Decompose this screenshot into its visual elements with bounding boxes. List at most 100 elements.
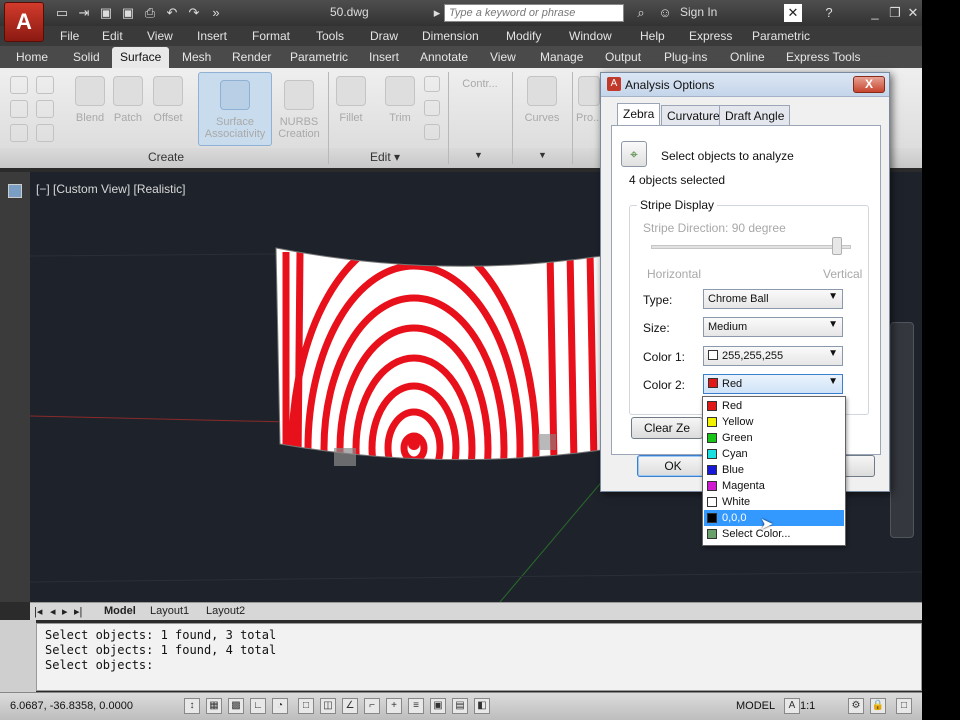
color2-select[interactable]: Red ▼ — [703, 374, 843, 394]
undo-icon[interactable]: ↶ — [164, 5, 180, 21]
network-icon[interactable] — [36, 76, 54, 94]
menu-modify[interactable]: Modify — [506, 29, 541, 43]
nurbs-creation-button[interactable]: NURBS Creation — [274, 80, 324, 140]
color-option-white[interactable]: White — [704, 494, 844, 510]
application-menu-button[interactable]: A — [4, 2, 44, 42]
close-window-icon[interactable]: ✕ — [904, 4, 922, 22]
color-option-black[interactable]: 0,0,0 — [704, 510, 844, 526]
color-option-green[interactable]: Green — [704, 430, 844, 446]
trim-button[interactable]: Trim — [382, 76, 418, 124]
stripe-direction-slider[interactable] — [651, 245, 851, 249]
command-line[interactable]: Select objects: 1 found, 3 total Select … — [36, 623, 922, 691]
annotation-scale-icon[interactable]: A — [784, 698, 800, 714]
tab-annotate[interactable]: Annotate — [420, 50, 468, 64]
saveas-icon[interactable]: ▣ — [120, 5, 136, 21]
color-option-yellow[interactable]: Yellow — [704, 414, 844, 430]
chevron-down-icon[interactable]: ▼ — [538, 150, 547, 160]
panel-edit-label[interactable]: Edit ▾ — [370, 150, 400, 164]
tab-online[interactable]: Online — [730, 50, 765, 64]
file-tab-icon[interactable] — [8, 184, 22, 198]
grid-display-icon[interactable]: ▩ — [228, 698, 244, 714]
3d-osnap-icon[interactable]: ◫ — [320, 698, 336, 714]
object-snap-icon[interactable]: □ — [298, 698, 314, 714]
sign-in-link[interactable]: Sign In — [680, 5, 717, 19]
color-option-cyan[interactable]: Cyan — [704, 446, 844, 462]
sculpt-icon[interactable] — [424, 100, 440, 116]
close-button[interactable]: X — [853, 76, 885, 93]
patch-button[interactable]: Patch — [110, 76, 146, 124]
menu-draw[interactable]: Draw — [370, 29, 398, 43]
size-select[interactable]: Medium ▼ — [703, 317, 843, 337]
tab-zebra[interactable]: Zebra — [617, 103, 661, 126]
menu-view[interactable]: View — [147, 29, 173, 43]
clear-zebra-button[interactable]: Clear Ze — [631, 417, 703, 439]
extrude-icon[interactable] — [10, 124, 28, 142]
tab-model[interactable]: Model — [104, 605, 136, 617]
tab-output[interactable]: Output — [605, 50, 641, 64]
grip-marker[interactable] — [538, 434, 556, 450]
tab-home[interactable]: Home — [16, 50, 48, 64]
control-vertices-button[interactable]: Contr... — [452, 78, 508, 90]
next-tab-icon[interactable]: ▸ — [62, 605, 68, 618]
planar-icon[interactable] — [10, 76, 28, 94]
workspace-icon[interactable]: ⚙ — [848, 698, 864, 714]
user-icon[interactable]: ☺ — [656, 4, 674, 22]
save-icon[interactable]: ▣ — [98, 5, 114, 21]
chevron-down-icon[interactable]: ▼ — [474, 150, 483, 160]
color-option-select-color[interactable]: Select Color... — [704, 526, 844, 542]
tab-render[interactable]: Render — [232, 50, 271, 64]
lock-icon[interactable]: 🔒 — [870, 698, 886, 714]
curves-button[interactable]: Curves — [520, 76, 564, 124]
tab-layout1[interactable]: Layout1 — [150, 605, 189, 617]
menu-dimension[interactable]: Dimension — [422, 29, 479, 43]
coordinates-readout[interactable]: 6.0687, -36.8358, 0.0000 — [10, 700, 133, 712]
select-objects-button[interactable]: ⌖ — [621, 141, 647, 167]
annotation-scale[interactable]: 1:1 — [800, 700, 815, 712]
tab-express-tools[interactable]: Express Tools — [786, 50, 860, 64]
tab-layout2[interactable]: Layout2 — [206, 605, 245, 617]
tab-manage[interactable]: Manage — [540, 50, 583, 64]
restore-icon[interactable]: ❐ — [886, 4, 904, 22]
menu-parametric[interactable]: Parametric — [752, 29, 810, 43]
tab-plugins[interactable]: Plug-ins — [664, 50, 707, 64]
menu-express[interactable]: Express — [689, 29, 732, 43]
ortho-mode-icon[interactable]: ∟ — [250, 698, 266, 714]
tab-mesh[interactable]: Mesh — [182, 50, 211, 64]
more-icon[interactable]: » — [208, 5, 224, 21]
color1-select[interactable]: 255,255,255 ▼ — [703, 346, 843, 366]
loft-icon[interactable] — [10, 100, 28, 118]
navigation-bar[interactable] — [890, 322, 914, 538]
blend-button[interactable]: Blend — [72, 76, 108, 124]
color-option-blue[interactable]: Blue — [704, 462, 844, 478]
prev-tab-icon[interactable]: ◂ — [50, 605, 56, 618]
extend-icon[interactable] — [424, 76, 440, 92]
tab-curvature[interactable]: Curvature — [661, 105, 726, 125]
untrim-icon[interactable] — [424, 124, 440, 140]
type-select[interactable]: Chrome Ball ▼ — [703, 289, 843, 309]
dialog-title-bar[interactable]: A Analysis Options X — [601, 73, 889, 97]
first-tab-icon[interactable]: |◂ — [34, 605, 42, 618]
project-geometry-button[interactable]: Pro... — [576, 76, 602, 124]
tab-parametric[interactable]: Parametric — [290, 50, 348, 64]
tab-view[interactable]: View — [490, 50, 516, 64]
ducs-icon[interactable]: ⌐ — [364, 698, 380, 714]
command-prompt[interactable]: Select objects: — [45, 658, 913, 673]
panel-create-label[interactable]: Create — [148, 150, 184, 164]
help-icon[interactable]: ? — [820, 4, 838, 22]
tab-solid[interactable]: Solid — [73, 50, 100, 64]
last-tab-icon[interactable]: ▸| — [74, 605, 82, 618]
menu-file[interactable]: File — [60, 29, 79, 43]
menu-tools[interactable]: Tools — [316, 29, 344, 43]
dynamic-input-icon[interactable]: + — [386, 698, 402, 714]
menu-help[interactable]: Help — [640, 29, 665, 43]
search-input[interactable]: Type a keyword or phrase — [444, 4, 624, 22]
menu-insert[interactable]: Insert — [197, 29, 227, 43]
offset-button[interactable]: Offset — [148, 76, 188, 124]
fillet-button[interactable]: Fillet — [334, 76, 368, 124]
color-option-magenta[interactable]: Magenta — [704, 478, 844, 494]
minimize-icon[interactable]: _ — [866, 4, 884, 22]
open-icon[interactable]: ⇥ — [76, 5, 92, 21]
tab-insert[interactable]: Insert — [369, 50, 399, 64]
menu-format[interactable]: Format — [252, 29, 290, 43]
clean-screen-icon[interactable]: □ — [896, 698, 912, 714]
